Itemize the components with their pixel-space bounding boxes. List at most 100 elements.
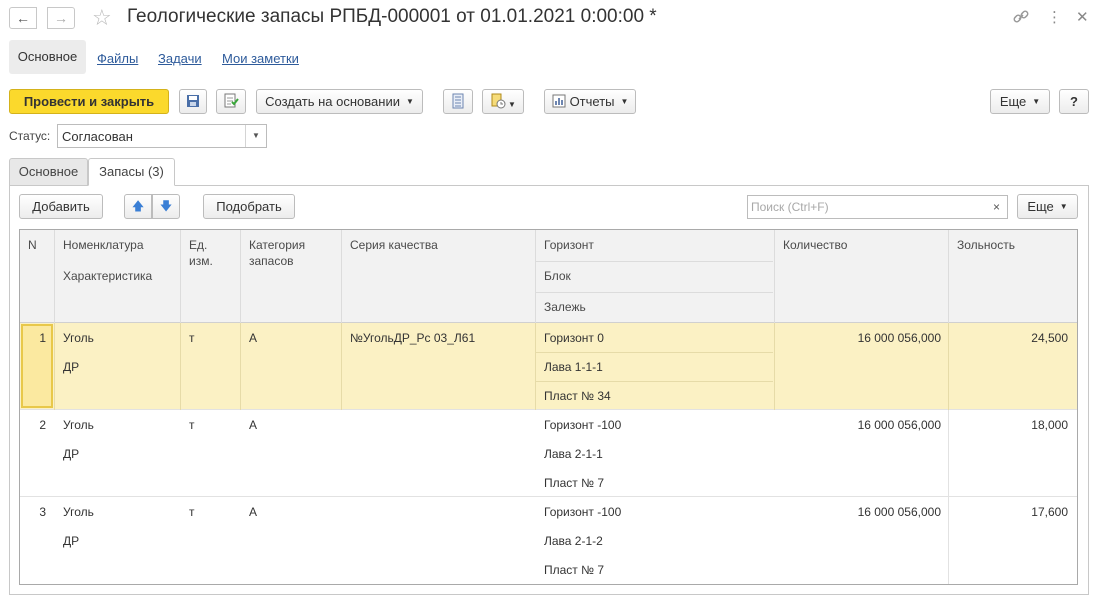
nav-link-main[interactable]: Основное — [9, 40, 86, 74]
cell-deposit[interactable]: Пласт № 7 — [544, 563, 604, 577]
nav-link-files[interactable]: Файлы — [97, 51, 138, 66]
header-unit-line2[interactable]: изм. — [189, 254, 213, 268]
close-icon[interactable]: ✕ — [1076, 8, 1089, 28]
add-button[interactable]: Добавить — [19, 194, 103, 219]
reports-button[interactable]: Отчеты ▼ — [544, 89, 636, 114]
header-quality-series[interactable]: Серия качества — [350, 238, 438, 252]
cell-characteristic[interactable]: ДР — [63, 360, 79, 374]
column-divider — [240, 230, 241, 323]
chevron-down-icon[interactable]: ▼ — [245, 125, 266, 147]
post-button[interactable] — [216, 89, 246, 114]
move-up-button[interactable]: 🡅 — [124, 194, 152, 219]
header-unit-line1[interactable]: Ед. — [189, 238, 207, 252]
back-button[interactable]: ← — [9, 7, 37, 29]
create-based-on-button[interactable]: Создать на основании ▼ — [256, 89, 423, 114]
header-category-line2[interactable]: запасов — [249, 254, 294, 268]
cell-unit[interactable]: т — [189, 505, 195, 519]
cell-category[interactable]: А — [249, 505, 257, 519]
cell-quality-series[interactable]: №УгольДР_Рс 03_Л61 — [350, 331, 475, 345]
table-row[interactable]: 2 Уголь ДР т А Горизонт -100 Лава 2-1-1 … — [20, 410, 1077, 497]
header-nomenclature[interactable]: Номенклатура — [63, 238, 144, 252]
chevron-down-icon: ▼ — [508, 100, 516, 109]
cell-unit[interactable]: т — [189, 331, 195, 345]
cell-ash[interactable]: 18,000 — [957, 418, 1068, 432]
link-icon[interactable] — [1012, 8, 1030, 32]
create-based-on-label: Создать на основании — [265, 94, 400, 109]
forward-button[interactable]: → — [47, 7, 75, 29]
link-bar: Основное Файлы Задачи Мои заметки — [0, 40, 1105, 76]
cell-n[interactable]: 3 — [24, 505, 46, 519]
more-button[interactable]: Еще ▼ — [990, 89, 1050, 114]
cell-block[interactable]: Лава 2-1-1 — [544, 447, 603, 461]
cell-characteristic[interactable]: ДР — [63, 447, 79, 461]
header-n[interactable]: N — [28, 238, 37, 252]
cell-horizon[interactable]: Горизонт 0 — [544, 331, 604, 345]
help-button[interactable]: ? — [1059, 89, 1089, 114]
star-icon[interactable]: ☆ — [92, 5, 112, 31]
header-quantity[interactable]: Количество — [783, 238, 847, 252]
cell-unit[interactable]: т — [189, 418, 195, 432]
column-divider — [180, 230, 181, 323]
arrow-up-icon: 🡅 — [131, 199, 145, 213]
cell-nomenclature[interactable]: Уголь — [63, 331, 94, 345]
clear-search-button[interactable]: × — [986, 195, 1008, 219]
status-field[interactable]: Согласован ▼ — [57, 124, 267, 148]
cell-n[interactable]: 2 — [24, 418, 46, 432]
status-value: Согласован — [62, 129, 133, 144]
tab-reserves[interactable]: Запасы (3) — [88, 158, 175, 186]
status-label: Статус: — [9, 129, 51, 143]
cell-characteristic[interactable]: ДР — [63, 534, 79, 548]
cell-category[interactable]: А — [249, 418, 257, 432]
save-button[interactable] — [179, 89, 207, 114]
cell-category[interactable]: А — [249, 331, 257, 345]
table-more-button[interactable]: Еще ▼ — [1017, 194, 1078, 219]
post-and-close-button[interactable]: Провести и закрыть — [9, 89, 169, 114]
attachments-button[interactable]: ▼ — [482, 89, 524, 114]
cell-n[interactable]: 1 — [24, 331, 46, 345]
table-row[interactable]: 1 Уголь ДР т А №УгольДР_Рс 03_Л61 Горизо… — [20, 323, 1077, 410]
cell-block[interactable]: Лава 1-1-1 — [544, 360, 603, 374]
column-divider — [948, 230, 949, 323]
cell-horizon[interactable]: Горизонт -100 — [544, 418, 621, 432]
more-vertical-icon[interactable]: ⋮ — [1047, 8, 1062, 28]
column-divider — [180, 323, 181, 410]
cell-quantity[interactable]: 16 000 056,000 — [783, 331, 941, 345]
header-block[interactable]: Блок — [544, 269, 571, 283]
column-divider — [535, 230, 536, 323]
cell-horizon[interactable]: Горизонт -100 — [544, 505, 621, 519]
tab-main[interactable]: Основное — [9, 158, 88, 186]
cell-nomenclature[interactable]: Уголь — [63, 418, 94, 432]
nav-link-notes[interactable]: Мои заметки — [222, 51, 299, 66]
cell-deposit[interactable]: Пласт № 34 — [544, 389, 611, 403]
move-down-button[interactable]: 🡇 — [152, 194, 180, 219]
cell-block[interactable]: Лава 2-1-2 — [544, 534, 603, 548]
chevron-down-icon: ▼ — [1059, 202, 1068, 211]
cell-deposit[interactable]: Пласт № 7 — [544, 476, 604, 490]
column-divider — [341, 323, 342, 410]
search-input[interactable] — [748, 196, 978, 218]
header-category-line1[interactable]: Категория — [249, 238, 305, 252]
header-horizon[interactable]: Горизонт — [544, 238, 594, 252]
header-subdivider — [535, 292, 773, 293]
column-divider — [341, 230, 342, 323]
post-document-icon — [224, 93, 239, 108]
header-deposit[interactable]: Залежь — [544, 300, 586, 314]
journal-button[interactable] — [443, 89, 473, 114]
header-characteristic[interactable]: Характеристика — [63, 269, 152, 283]
cell-ash[interactable]: 24,500 — [957, 331, 1068, 345]
cell-quantity[interactable]: 16 000 056,000 — [783, 505, 941, 519]
list-document-icon — [452, 93, 464, 109]
cell-ash[interactable]: 17,600 — [957, 505, 1068, 519]
table-row[interactable]: 3 Уголь ДР т А Горизонт -100 Лава 2-1-2 … — [20, 497, 1077, 584]
chevron-down-icon: ▼ — [405, 97, 414, 106]
pick-button[interactable]: Подобрать — [203, 194, 295, 219]
cell-quantity[interactable]: 16 000 056,000 — [783, 418, 941, 432]
search-field[interactable] — [747, 195, 987, 219]
report-icon — [552, 94, 566, 108]
row-subdivider — [535, 381, 773, 382]
reserves-table: N Номенклатура Характеристика Ед. изм. К… — [19, 229, 1078, 585]
header-ash[interactable]: Зольность — [957, 238, 1015, 252]
nav-link-tasks[interactable]: Задачи — [158, 51, 202, 66]
cell-nomenclature[interactable]: Уголь — [63, 505, 94, 519]
arrow-down-icon: 🡇 — [159, 199, 173, 213]
